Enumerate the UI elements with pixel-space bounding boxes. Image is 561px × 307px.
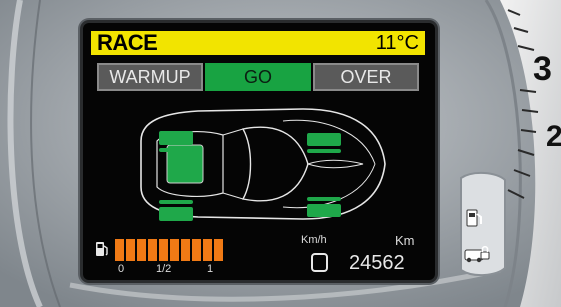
tachometer-number-2: 2 [546,120,561,153]
tachometer-number-3: 3 [533,50,552,88]
tire-rear-left-icon [159,131,193,152]
temperature-readout: 11°C [375,31,419,54]
mode-title: RACE [97,30,158,55]
bottom-info-bar: 0 1/2 1 Km/h Km 24562 [83,230,435,280]
fuel-bar-segment [115,239,124,261]
fuel-bar-segment [137,239,146,261]
tab-warmup[interactable]: WARMUP [97,63,203,91]
fuel-bar-segment [126,239,135,261]
fuel-bar-segment [159,239,168,261]
fuel-scale-1: 1 [207,263,214,275]
fuel-pump-icon [96,242,108,256]
fuel-bar-segment [203,239,212,261]
fuel-bar-segment [192,239,201,261]
fuel-scale-half: 1/2 [156,263,172,275]
car-top-view-diagram [140,108,386,221]
fuel-level-bars [115,239,223,261]
tire-front-right-icon [307,197,341,217]
fuel-bar-segment [148,239,157,261]
race-display-screen: RACE 11°C WARMUP GO OVER 0 1/2 1 Km/h Km… [83,23,435,280]
fuel-bar-segment [170,239,179,261]
tab-go[interactable]: GO [205,63,311,91]
speed-unit-label: Km/h [301,234,327,246]
odometer-value: 24562 [349,252,405,274]
tab-over[interactable]: OVER [313,63,419,91]
tire-state-tabs: WARMUP GO OVER [97,63,419,91]
fuel-scale-0: 0 [118,263,125,275]
fuel-bar-segment [181,239,190,261]
header-bar: RACE 11°C [91,30,425,55]
tire-front-left-icon [307,133,341,153]
odometer-unit-label: Km [395,233,415,248]
fuel-bar-segment [214,239,223,261]
square-trip-icon [311,253,328,272]
right-warning-panel [460,172,506,276]
tire-rear-right-icon [159,200,193,221]
